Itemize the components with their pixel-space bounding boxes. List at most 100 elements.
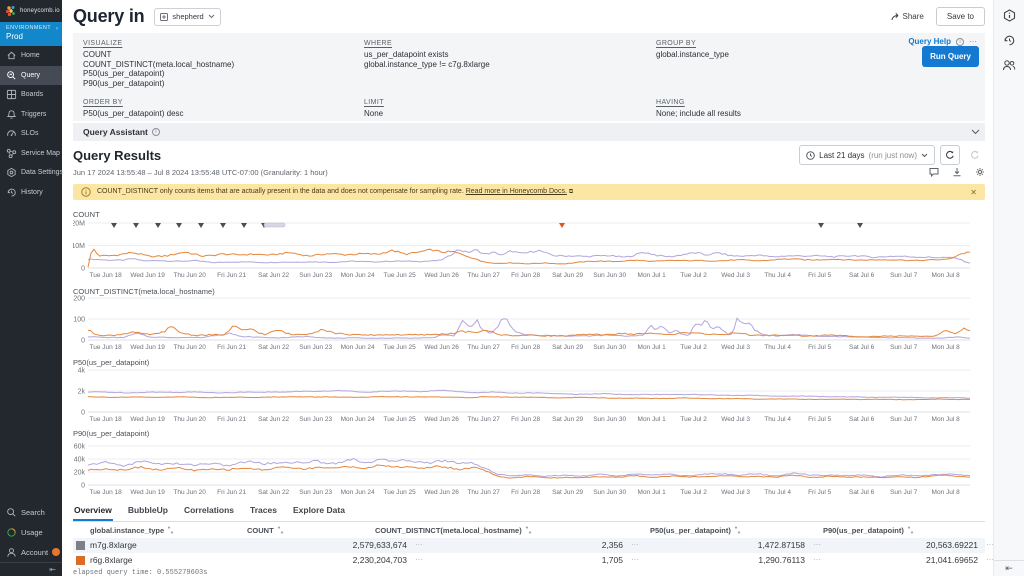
sparkline-placeholder: ⋯ bbox=[631, 555, 639, 564]
cell-count: 2,579,633,674 bbox=[353, 540, 407, 550]
right-rail-collapse-button[interactable]: ⇤ bbox=[994, 560, 1024, 576]
sidebar-item-home[interactable]: Home bbox=[0, 46, 62, 66]
clause-item[interactable]: us_per_datapoint exists bbox=[364, 50, 656, 60]
sidebar-item-label: Triggers bbox=[21, 111, 46, 118]
table-row[interactable]: r6g.8xlarge2,230,204,703⋯1,705⋯1,290.761… bbox=[73, 553, 985, 568]
time-range-selector[interactable]: Last 21 days (run just now) bbox=[799, 145, 935, 165]
chart-count[interactable]: 010M20MTue Jun 18Wed Jun 19Thu Jun 20Fri… bbox=[73, 218, 985, 279]
clause-item[interactable]: None bbox=[364, 109, 656, 119]
sidebar-item-usage[interactable]: Usage bbox=[0, 522, 62, 542]
cell-instance-type: m7g.8xlarge bbox=[90, 540, 137, 550]
clause-item[interactable]: P50(us_per_datapoint) desc bbox=[83, 109, 364, 119]
sidebar-collapse-button[interactable]: ⇤ bbox=[0, 562, 62, 576]
visualize-header: VISUALIZE bbox=[83, 40, 364, 47]
where-clause[interactable]: WHERE us_per_datapoint existsglobal.inst… bbox=[364, 40, 656, 88]
sidebar-item-query[interactable]: Query bbox=[0, 66, 62, 86]
svg-text:0: 0 bbox=[81, 266, 85, 273]
limit-clause[interactable]: LIMIT None bbox=[364, 99, 656, 119]
dataset-name: shepherd bbox=[172, 12, 203, 21]
tab-correlations[interactable]: Correlations bbox=[183, 503, 235, 521]
svg-text:Sun Jun 30: Sun Jun 30 bbox=[593, 344, 626, 351]
clause-item[interactable]: None; include all results bbox=[656, 109, 975, 119]
sidebar-item-label: Home bbox=[21, 52, 40, 59]
tab-traces[interactable]: Traces bbox=[249, 503, 278, 521]
team-icon[interactable] bbox=[1002, 59, 1016, 71]
svg-text:Mon Jun 24: Mon Jun 24 bbox=[341, 272, 375, 279]
chart-count-distinct-meta-local-hostname-[interactable]: 0100200Tue Jun 18Wed Jun 19Thu Jun 20Fri… bbox=[73, 295, 985, 351]
sidebar-item-boards[interactable]: Boards bbox=[0, 85, 62, 105]
sidebar-item-service-map[interactable]: Service Map bbox=[0, 144, 62, 164]
sidebar-item-triggers[interactable]: Triggers bbox=[0, 105, 62, 125]
having-clause[interactable]: HAVING None; include all results bbox=[656, 99, 975, 119]
col-header-instance-type[interactable]: global.instance_type bbox=[90, 526, 174, 535]
results-table: global.instance_type COUNT COUNT_DISTINCT(… bbox=[73, 525, 985, 568]
svg-text:Sun Jun 23: Sun Jun 23 bbox=[299, 272, 332, 279]
svg-text:Wed Jul 3: Wed Jul 3 bbox=[721, 272, 750, 279]
visualize-clause[interactable]: VISUALIZE COUNTCOUNT_DISTINCT(meta.local… bbox=[83, 40, 364, 88]
run-query-button[interactable]: Run Query bbox=[922, 46, 979, 67]
svg-text:Sun Jun 23: Sun Jun 23 bbox=[299, 416, 332, 423]
svg-text:Wed Jul 3: Wed Jul 3 bbox=[721, 344, 750, 351]
charts-area: COUNT010M20MTue Jun 18Wed Jun 19Thu Jun … bbox=[73, 200, 985, 496]
gear-icon[interactable] bbox=[975, 167, 985, 177]
rerun-query-button[interactable] bbox=[940, 145, 960, 165]
query-assistant-bar[interactable]: Query Assistant i bbox=[73, 123, 985, 141]
clause-item[interactable]: P50(us_per_datapoint) bbox=[83, 69, 364, 79]
clause-item[interactable]: COUNT bbox=[83, 50, 364, 60]
tab-overview[interactable]: Overview bbox=[73, 503, 113, 521]
sidebar-item-data-settings[interactable]: Data Settings bbox=[0, 163, 62, 183]
table-row[interactable]: m7g.8xlarge2,579,633,674⋯2,356⋯1,472.871… bbox=[73, 538, 985, 553]
chart-p50-us-per-datapoint-[interactable]: 02k4kTue Jun 18Wed Jun 19Thu Jun 20Fri J… bbox=[73, 366, 985, 423]
svg-text:Sat Jun 22: Sat Jun 22 bbox=[258, 416, 289, 423]
order-by-clause[interactable]: ORDER BY P50(us_per_datapoint) desc bbox=[83, 99, 364, 119]
share-button[interactable]: Share bbox=[891, 12, 924, 21]
clause-item[interactable]: P90(us_per_datapoint) bbox=[83, 79, 364, 89]
download-icon[interactable] bbox=[952, 167, 962, 177]
col-header-count[interactable]: COUNT bbox=[247, 526, 284, 535]
cell-p90: 20,563.69221 bbox=[926, 540, 978, 550]
environment-switcher[interactable]: ENVIRONMENT Prod › bbox=[0, 22, 62, 46]
honeycomb-logo[interactable]: honeycomb.io bbox=[0, 0, 62, 22]
clause-item[interactable]: COUNT_DISTINCT(meta.local_hostname) bbox=[83, 60, 364, 70]
comment-icon[interactable] bbox=[929, 167, 939, 177]
chart-title: P90(us_per_datapoint) bbox=[73, 429, 985, 437]
svg-text:Tue Jun 25: Tue Jun 25 bbox=[383, 272, 416, 279]
svg-text:Thu Jun 20: Thu Jun 20 bbox=[173, 416, 206, 423]
sidebar-item-history[interactable]: History bbox=[0, 183, 62, 203]
svg-text:Mon Jul 1: Mon Jul 1 bbox=[638, 489, 667, 496]
svg-text:Fri Jul 5: Fri Jul 5 bbox=[808, 272, 832, 279]
tab-explore-data[interactable]: Explore Data bbox=[292, 503, 346, 521]
svg-text:Wed Jun 19: Wed Jun 19 bbox=[130, 344, 165, 351]
warning-docs-link[interactable]: Read more in Honeycomb Docs. bbox=[466, 188, 567, 195]
query-help-link[interactable]: Query Help i ⋯ bbox=[908, 37, 977, 46]
svg-text:Fri Jun 21: Fri Jun 21 bbox=[217, 272, 246, 279]
col-header-p90[interactable]: P90(us_per_datapoint) bbox=[823, 526, 914, 535]
sidebar: honeycomb.io ENVIRONMENT Prod › Home Quer… bbox=[0, 0, 62, 576]
more-options-icon[interactable]: ⋯ bbox=[969, 37, 977, 46]
sidebar-item-search[interactable]: Search bbox=[0, 502, 62, 522]
chart-p90-us-per-datapoint-[interactable]: 020k40k60kTue Jun 18Wed Jun 19Thu Jun 20… bbox=[73, 437, 985, 496]
history-panel-icon[interactable] bbox=[1003, 34, 1016, 47]
main-content: Query in shepherd Share Save to VISUALIZ… bbox=[62, 0, 993, 576]
sidebar-item-slos[interactable]: SLOs bbox=[0, 124, 62, 144]
col-header-count-distinct[interactable]: COUNT_DISTINCT(meta.local_hostname) bbox=[375, 526, 532, 535]
triggers-icon bbox=[6, 109, 17, 120]
sidebar-item-label: Search bbox=[21, 508, 45, 517]
svg-text:0: 0 bbox=[81, 410, 85, 417]
tab-bubbleup[interactable]: BubbleUp bbox=[127, 503, 169, 521]
clause-item[interactable]: global.instance_type != c7g.8xlarge bbox=[364, 60, 656, 70]
query-builder-panel: VISUALIZE COUNTCOUNT_DISTINCT(meta.local… bbox=[73, 33, 985, 121]
slos-icon bbox=[6, 128, 17, 139]
close-icon[interactable]: ✕ bbox=[970, 188, 977, 197]
svg-text:Mon Jun 24: Mon Jun 24 bbox=[341, 489, 375, 496]
share-icon bbox=[891, 12, 900, 21]
svg-text:Sat Jun 29: Sat Jun 29 bbox=[552, 416, 583, 423]
info-hexagon-icon[interactable] bbox=[1003, 9, 1016, 22]
clock-icon bbox=[806, 151, 815, 160]
sparkline-placeholder: ⋯ bbox=[415, 555, 423, 564]
series-m7g.8xlarge bbox=[88, 458, 970, 477]
col-header-p50[interactable]: P50(us_per_datapoint) bbox=[650, 526, 741, 535]
sidebar-item-account[interactable]: Account bbox=[0, 542, 62, 562]
dataset-selector[interactable]: shepherd bbox=[154, 8, 220, 26]
save-to-button[interactable]: Save to bbox=[936, 7, 985, 26]
